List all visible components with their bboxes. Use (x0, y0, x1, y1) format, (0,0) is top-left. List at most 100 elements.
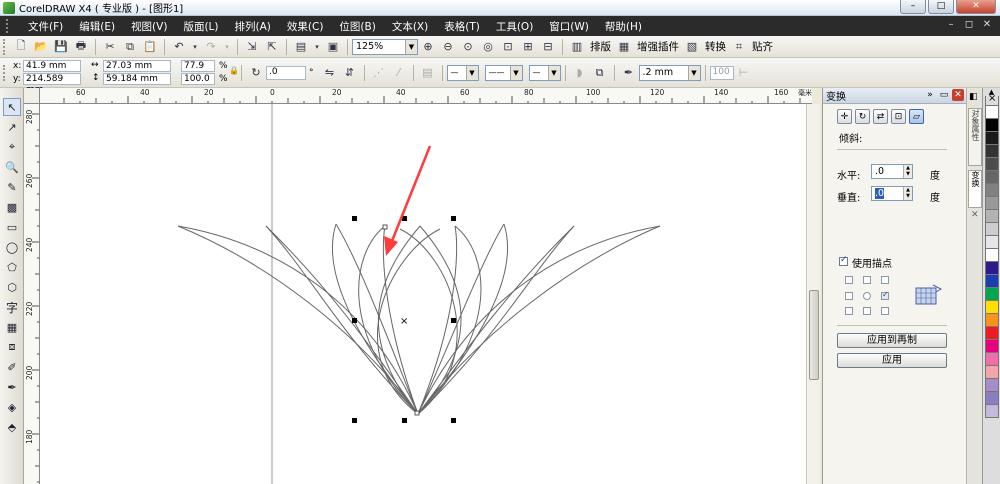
smart-fill-tool-icon[interactable]: ▩ (3, 198, 21, 216)
zoom-level-select[interactable]: 125% ▼ (352, 38, 418, 55)
use-anchor-checkbox[interactable] (839, 255, 848, 266)
propbar-grip[interactable] (3, 64, 7, 81)
table-tool-icon[interactable]: ▦ (3, 318, 21, 336)
color-swatch[interactable] (985, 184, 999, 197)
color-swatch[interactable] (985, 119, 999, 132)
color-swatch[interactable] (985, 106, 999, 119)
color-swatch[interactable] (985, 145, 999, 158)
docker-close-icon[interactable]: ✕ (952, 89, 964, 101)
interactive-blend-tool-icon[interactable]: ⧈ (3, 338, 21, 356)
new-document-icon[interactable]: 🗋 (13, 39, 29, 55)
color-swatch[interactable] (985, 353, 999, 366)
undo-icon[interactable]: ↶ (171, 39, 187, 55)
anchor-top-left[interactable] (845, 276, 853, 284)
minimize-button[interactable]: – (900, 0, 926, 14)
layout-button[interactable]: 排版 (587, 39, 614, 54)
welcome-screen-icon[interactable]: ▣ (325, 39, 341, 55)
convert-button[interactable]: 转换 (702, 39, 729, 54)
rotate-mode-icon[interactable]: ↻ (855, 109, 870, 124)
zoom-tool-icon[interactable]: 🔍 (3, 158, 21, 176)
menu-layout[interactable]: 版面(L) (175, 19, 226, 34)
color-swatch[interactable] (985, 314, 999, 327)
close-button[interactable]: ✕ (956, 0, 996, 14)
menu-bitmaps[interactable]: 位图(B) (331, 19, 383, 34)
launcher-dropdown-icon[interactable]: ▾ (313, 39, 321, 55)
import-icon[interactable]: ⇲ (244, 39, 260, 55)
cut-icon[interactable]: ✂ (102, 39, 118, 55)
tab-object-properties[interactable]: 对象属性 (968, 108, 982, 166)
color-swatch[interactable] (985, 249, 999, 262)
color-swatch[interactable] (985, 171, 999, 184)
wrap-paragraph-icon[interactable]: ▤ (420, 65, 436, 81)
snap-button[interactable]: 贴齐 (749, 39, 776, 54)
paste-icon[interactable]: 📋 (142, 39, 158, 55)
polygon-tool-icon[interactable]: ⬠ (3, 258, 21, 276)
enhance-plugin-icon[interactable]: ▦ (616, 39, 632, 55)
menu-view[interactable]: 视图(V) (123, 19, 175, 34)
ruler-origin[interactable] (24, 88, 40, 104)
mirror-horizontal-icon[interactable]: ⇋ (322, 65, 338, 81)
close-curve-icon[interactable]: ◗ (572, 65, 588, 81)
spin-arrows-icon[interactable]: ▲ ▼ (903, 187, 912, 200)
open-folder-icon[interactable]: 📂 (33, 39, 49, 55)
snap-icon[interactable]: ⌗ (731, 39, 747, 55)
menu-effects[interactable]: 效果(C) (279, 19, 332, 34)
color-swatch[interactable] (985, 223, 999, 236)
zoom-out-icon[interactable]: ⊖ (440, 39, 456, 55)
copy-icon[interactable]: ⧉ (122, 39, 138, 55)
width-input[interactable]: 27.03 mm (103, 59, 171, 72)
menu-table[interactable]: 表格(T) (436, 19, 488, 34)
rectangle-tool-icon[interactable]: ▭ (3, 218, 21, 236)
mirror-vertical-icon[interactable]: ⇵ (342, 65, 358, 81)
text-tool-icon[interactable]: 字 (3, 298, 21, 316)
color-swatch[interactable] (985, 262, 999, 275)
color-swatch[interactable] (985, 236, 999, 249)
zoom-selected-icon[interactable]: ⊙ (460, 39, 476, 55)
outline-pen-icon[interactable]: ✒ (621, 65, 637, 81)
enhance-plugin-button[interactable]: 增强插件 (634, 39, 682, 54)
export-icon[interactable]: ⇱ (264, 39, 280, 55)
drawing-canvas[interactable]: × (40, 104, 806, 484)
line-style-select[interactable]: —— ▼ (484, 64, 523, 81)
scale-width-input[interactable]: 77.9 (181, 59, 215, 72)
zoom-page-icon[interactable]: ⊡ (500, 39, 516, 55)
eyedropper-tool-icon[interactable]: ✐ (3, 358, 21, 376)
outline-tool-icon[interactable]: ✒ (3, 378, 21, 396)
horizontal-ruler[interactable]: 60 40 20 0 20 40 60 80 100 120 140 160 毫… (24, 88, 812, 104)
color-swatch[interactable] (985, 197, 999, 210)
start-arrow-select[interactable]: — ▼ (446, 64, 479, 81)
doc-restore-button[interactable]: ◻ (962, 19, 976, 30)
pick-tool-icon[interactable]: ↖ (3, 98, 21, 116)
color-swatch[interactable] (985, 340, 999, 353)
line-icon[interactable]: ⁄ (391, 65, 407, 81)
redo-dropdown-icon[interactable]: ▾ (223, 39, 231, 55)
print-icon[interactable]: 🖶 (73, 39, 89, 55)
menu-window[interactable]: 窗口(W) (541, 19, 597, 34)
horizontal-skew-input[interactable]: .0 ▲ ▼ (871, 164, 913, 179)
height-input[interactable]: 59.184 mm (103, 72, 171, 85)
fill-tool-icon[interactable]: ◈ (3, 398, 21, 416)
anchor-middle-left[interactable] (845, 292, 853, 300)
menu-text[interactable]: 文本(X) (384, 19, 436, 34)
color-swatch[interactable] (985, 327, 999, 340)
menu-grip[interactable] (6, 19, 12, 33)
doc-close-button[interactable]: ✕ (980, 19, 994, 30)
x-position-input[interactable]: 41.9 mm (23, 59, 81, 72)
vertical-ruler[interactable]: 280 260 240 220 200 180 (24, 104, 40, 484)
docker-expand-icon[interactable]: » (924, 89, 936, 101)
zoom-all-icon[interactable]: ◎ (480, 39, 496, 55)
size-mode-icon[interactable]: ⊡ (891, 109, 906, 124)
tab-transform[interactable]: 变换 (968, 170, 982, 208)
color-swatch[interactable] (985, 366, 999, 379)
color-swatch[interactable] (985, 288, 999, 301)
color-swatch[interactable] (985, 158, 999, 171)
maximize-button[interactable]: □ (928, 0, 954, 14)
ellipse-tool-icon[interactable]: ◯ (3, 238, 21, 256)
smoothness-input[interactable]: 100 (709, 65, 734, 80)
skew-mode-icon[interactable]: ▱ (909, 109, 924, 124)
save-icon[interactable]: 💾 (53, 39, 69, 55)
anchor-middle-right[interactable] (881, 290, 889, 300)
redo-icon[interactable]: ↷ (203, 39, 219, 55)
outline-width-select[interactable]: .2 mm ▼ (638, 64, 701, 81)
zoom-width-icon[interactable]: ⊞ (520, 39, 536, 55)
